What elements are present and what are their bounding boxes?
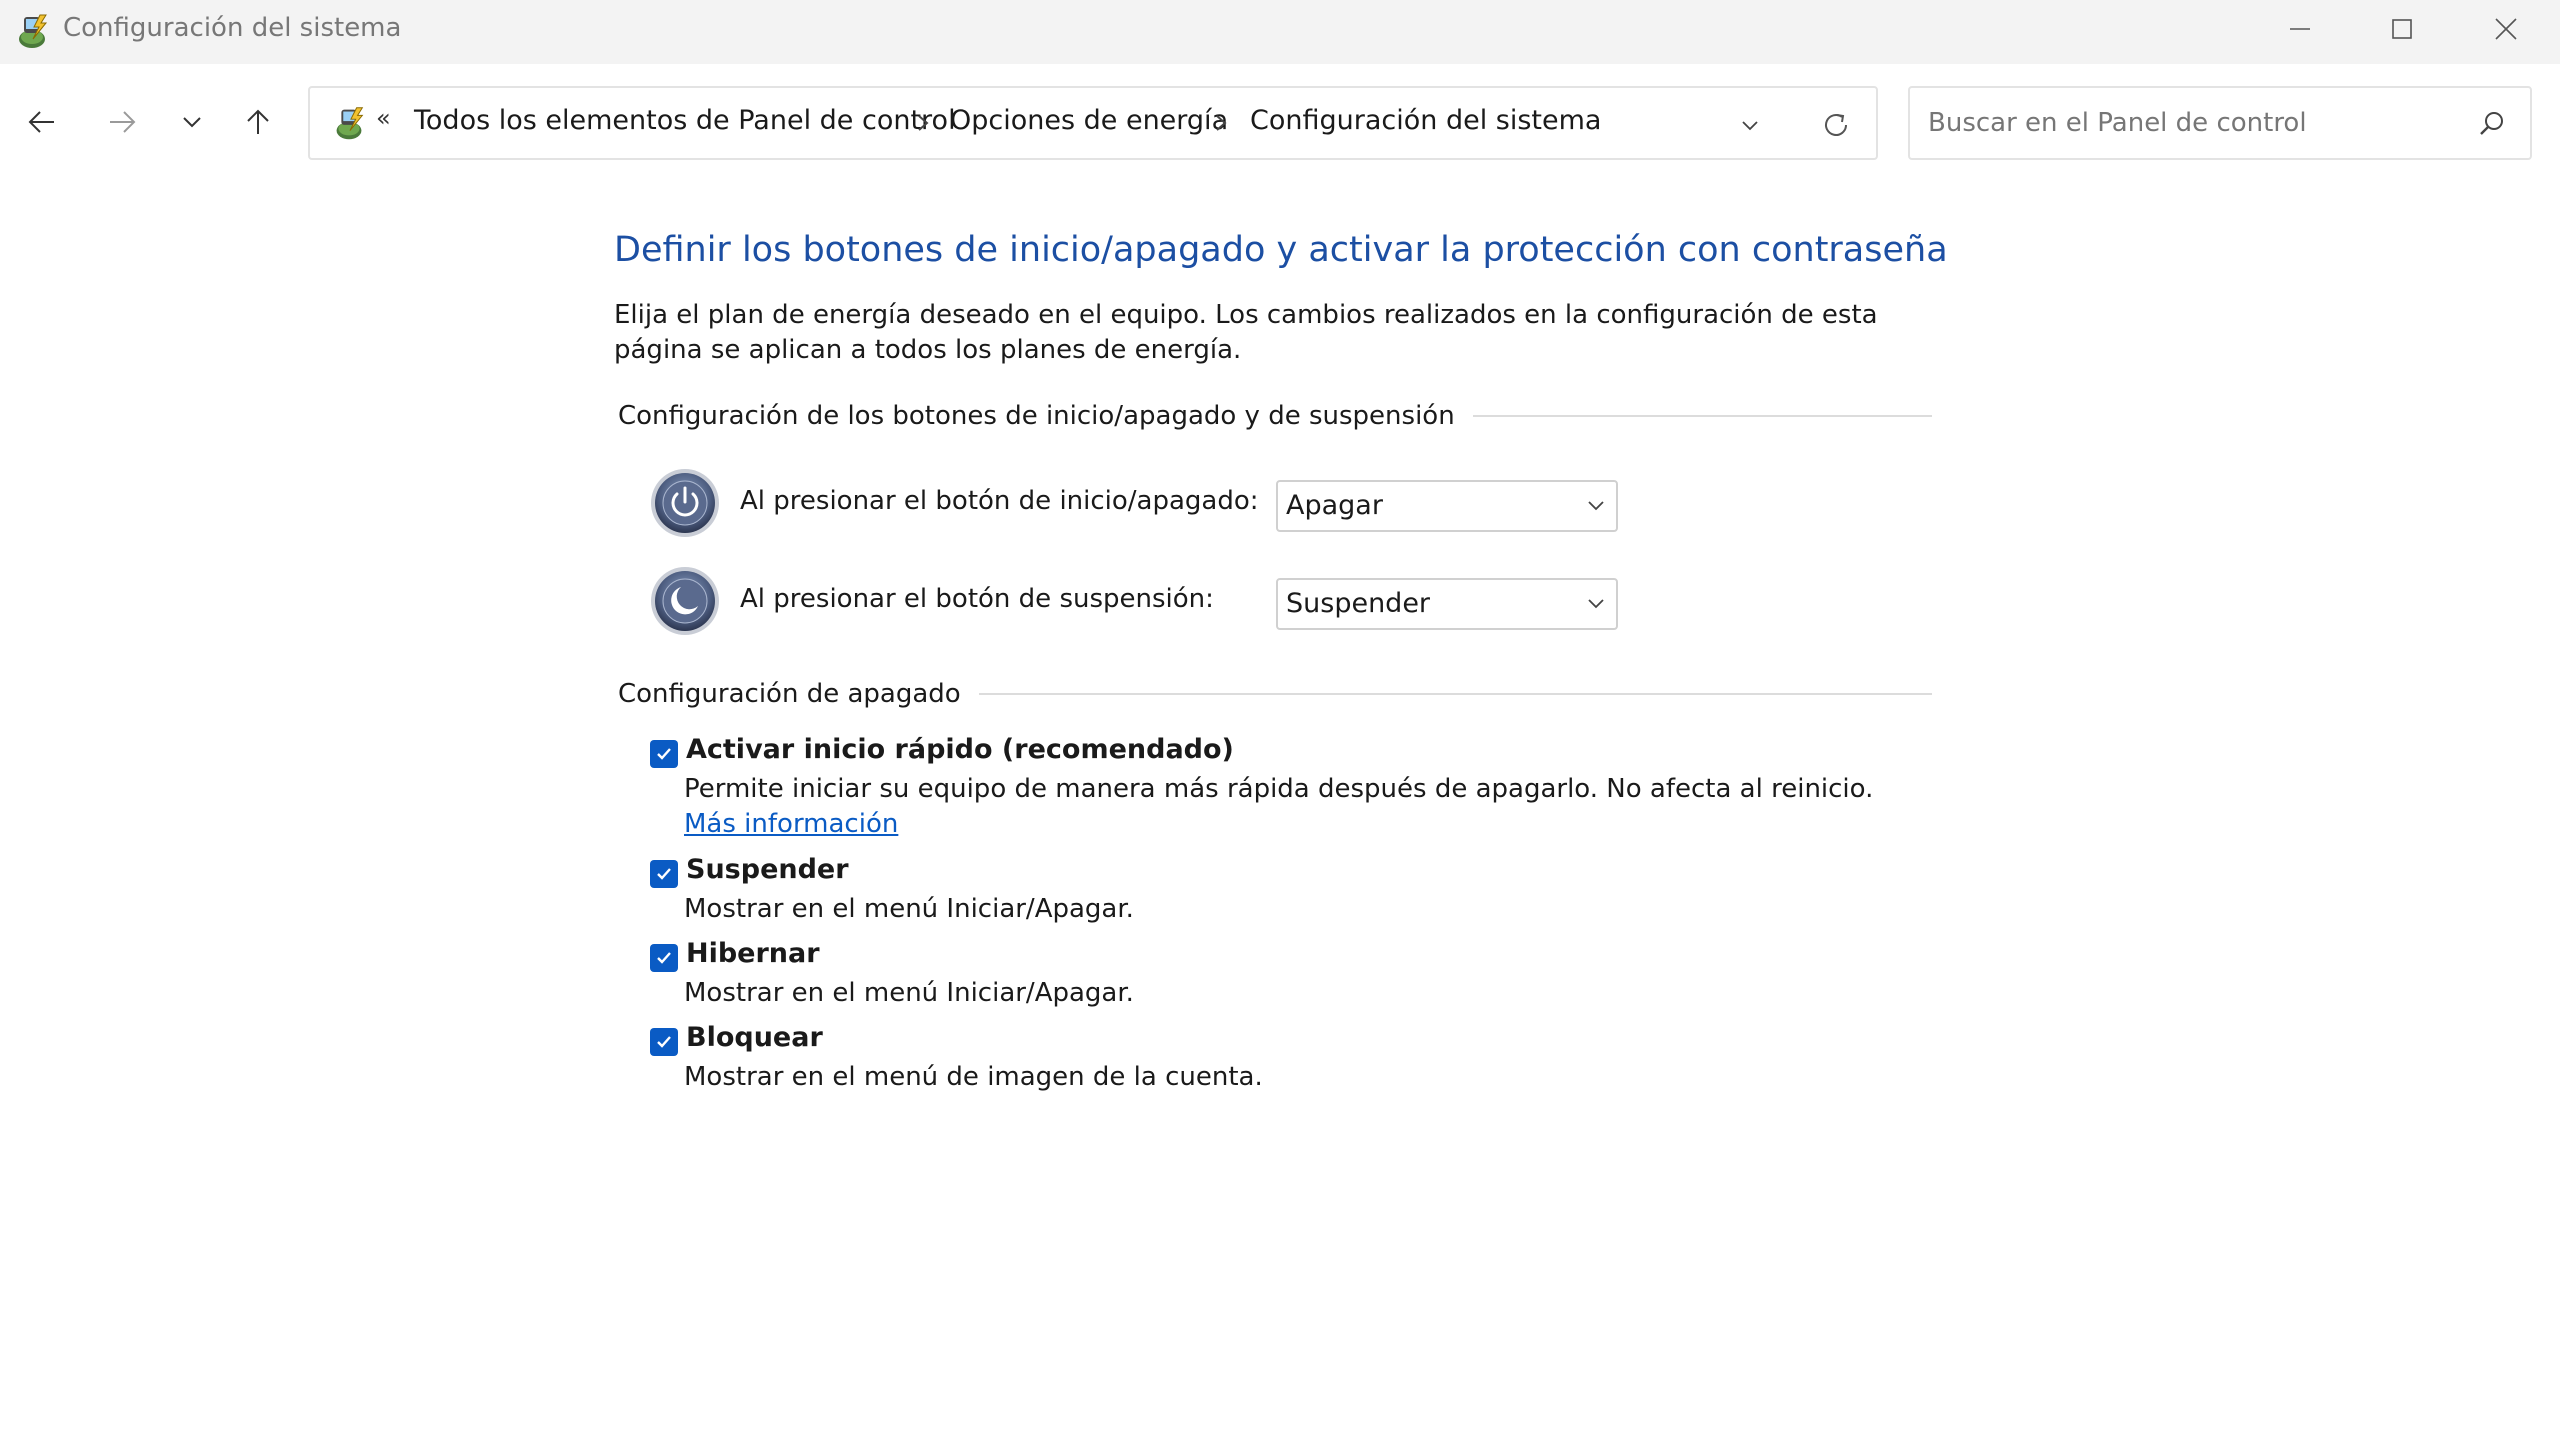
more-info-link[interactable]: Más información (684, 809, 898, 839)
sleep-button-icon (651, 567, 719, 635)
breadcrumb-overflow[interactable]: « (376, 104, 391, 132)
chevron-down-icon (1588, 501, 1604, 511)
chevron-down-icon (1742, 121, 1758, 131)
hibernate-description: Mostrar en el menú Iniciar/Apagar. (684, 978, 1134, 1008)
power-options-icon (336, 107, 364, 140)
chevron-right-icon[interactable] (1214, 113, 1228, 133)
fast-startup-description: Permite iniciar su equipo de manera más … (684, 772, 1884, 842)
close-button[interactable] (2456, 0, 2556, 58)
buttons-section-heading: Configuración de los botones de inicio/a… (618, 396, 1932, 436)
address-bar[interactable]: « Todos los elementos de Panel de contro… (308, 86, 1878, 160)
shutdown-section-title: Configuración de apagado (618, 679, 961, 709)
arrow-right-icon (110, 111, 136, 133)
section-divider (1472, 415, 1932, 417)
power-button-label: Al presionar el botón de inicio/apagado: (740, 486, 1259, 516)
fast-startup-checkbox[interactable] (650, 740, 678, 768)
control-panel-window: Configuración del sistema « Todos los el… (0, 0, 2560, 1440)
navigation-bar: « Todos los elementos de Panel de contro… (0, 64, 2560, 188)
search-input[interactable] (1928, 102, 2448, 144)
checkmark-icon (657, 952, 671, 964)
chevron-down-icon (1588, 599, 1604, 609)
minimize-icon (2290, 28, 2310, 30)
hibernate-label[interactable]: Hibernar (686, 938, 820, 969)
checkmark-icon (657, 868, 671, 880)
breadcrumb-power-options[interactable]: Opciones de energía (950, 105, 1228, 136)
search-box[interactable] (1908, 86, 2532, 160)
back-button[interactable] (16, 96, 68, 148)
buttons-section-title: Configuración de los botones de inicio/a… (618, 401, 1455, 431)
window-title: Configuración del sistema (63, 13, 402, 43)
power-button-action-select[interactable]: Apagar (1276, 480, 1618, 532)
arrow-up-icon (247, 109, 269, 134)
fast-startup-description-text: Permite iniciar su equipo de manera más … (684, 774, 1874, 804)
page-title: Definir los botones de inicio/apagado y … (614, 230, 1948, 270)
title-bar: Configuración del sistema (0, 0, 2560, 64)
arrow-left-icon (28, 111, 54, 133)
power-button-setting: Al presionar el botón de inicio/apagado:… (648, 466, 1648, 542)
address-history-button[interactable] (1730, 108, 1770, 142)
up-button[interactable] (232, 96, 284, 148)
sleep-button-action-value: Suspender (1286, 588, 1431, 619)
sleep-button-action-select[interactable]: Suspender (1276, 578, 1618, 630)
breadcrumb-all-items[interactable]: Todos los elementos de Panel de control (414, 105, 956, 136)
hibernate-checkbox[interactable] (650, 944, 678, 972)
fast-startup-label[interactable]: Activar inicio rápido (recomendado) (686, 734, 1234, 765)
power-button-icon (651, 469, 719, 537)
section-divider (978, 693, 1932, 695)
checkmark-icon (657, 1036, 671, 1048)
sleep-label[interactable]: Suspender (686, 854, 849, 885)
checkmark-icon (657, 748, 671, 760)
search-icon[interactable] (2472, 104, 2512, 144)
lock-label[interactable]: Bloquear (686, 1022, 823, 1053)
shutdown-section-heading: Configuración de apagado (618, 674, 1932, 714)
lock-checkbox[interactable] (650, 1028, 678, 1056)
sleep-button-setting: Al presionar el botón de suspensión: Sus… (648, 564, 1648, 640)
sleep-description: Mostrar en el menú Iniciar/Apagar. (684, 894, 1134, 924)
sleep-checkbox[interactable] (650, 860, 678, 888)
chevron-right-icon[interactable] (916, 113, 930, 133)
maximize-button[interactable] (2352, 0, 2452, 58)
chevron-down-icon (183, 117, 201, 128)
minimize-button[interactable] (2250, 0, 2350, 58)
page-description: Elija el plan de energía deseado en el e… (614, 300, 1878, 365)
maximize-icon (2392, 19, 2412, 39)
breadcrumb-system-settings[interactable]: Configuración del sistema (1250, 105, 1601, 136)
refresh-icon (1825, 114, 1847, 136)
sleep-button-label: Al presionar el botón de suspensión: (740, 584, 1214, 614)
refresh-button[interactable] (1815, 104, 1857, 146)
power-button-action-value: Apagar (1286, 490, 1383, 521)
lock-description: Mostrar en el menú de imagen de la cuent… (684, 1062, 1263, 1092)
recent-locations-button[interactable] (166, 96, 218, 148)
power-options-icon (19, 14, 48, 48)
close-icon (2495, 18, 2517, 40)
forward-button[interactable] (96, 96, 148, 148)
